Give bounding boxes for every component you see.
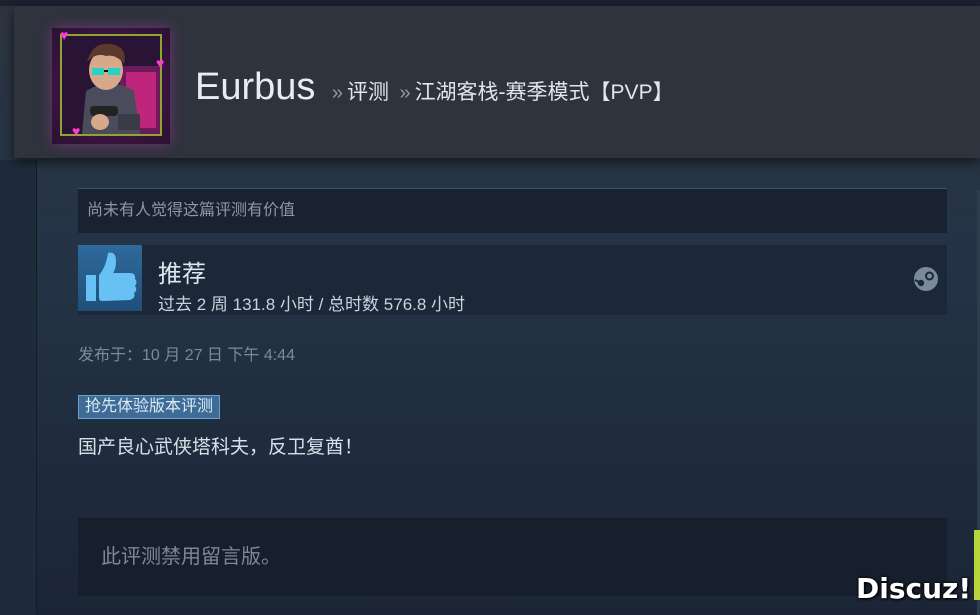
breadcrumb-separator: » xyxy=(331,82,343,104)
recommendation-box: 推荐 过去 2 周 131.8 小时 / 总时数 576.8 小时 xyxy=(78,245,947,315)
thumbs-up-box xyxy=(78,245,142,311)
avatar[interactable] xyxy=(60,34,162,136)
left-column xyxy=(0,160,37,615)
username-link[interactable]: Eurbus xyxy=(195,66,315,108)
heart-icon: ♥ xyxy=(156,55,165,71)
playtime-hours: 过去 2 周 131.8 小时 / 总时数 576.8 小时 xyxy=(158,295,466,314)
heart-icon: ♥ xyxy=(72,123,81,139)
breadcrumb-separator: » xyxy=(399,82,411,104)
watermark: Discuz! xyxy=(856,572,972,605)
steam-logo-icon xyxy=(914,267,938,291)
helpful-count: 尚未有人觉得这篇评测有价值 xyxy=(78,188,947,233)
thumbs-up-icon xyxy=(86,252,137,301)
breadcrumb-game[interactable]: 江湖客栈-赛季模式【PVP】 xyxy=(415,81,674,104)
review-body: 国产良心武侠塔科夫，反卫复酋！ xyxy=(78,437,364,458)
avatar-image xyxy=(62,36,160,134)
recommendation-label: 推荐 xyxy=(158,261,206,288)
profile-header: ♥ ♥ ♥ Eurbus » 评测 » 江湖客栈-赛季模式【PVP】 xyxy=(14,6,980,158)
early-access-badge: 抢先体验版本评测 xyxy=(78,395,221,419)
heart-icon: ♥ xyxy=(60,27,69,43)
breadcrumb: Eurbus » 评测 » 江湖客栈-赛季模式【PVP】 xyxy=(195,66,674,109)
comments-disabled-notice: 此评测禁用留言版。 xyxy=(78,518,947,596)
breadcrumb-reviews[interactable]: 评测 xyxy=(347,81,389,104)
scrollbar-accent xyxy=(974,530,980,600)
posted-date: 发布于：10 月 27 日 下午 4:44 xyxy=(78,347,295,364)
avatar-frame[interactable]: ♥ ♥ ♥ xyxy=(52,28,170,144)
